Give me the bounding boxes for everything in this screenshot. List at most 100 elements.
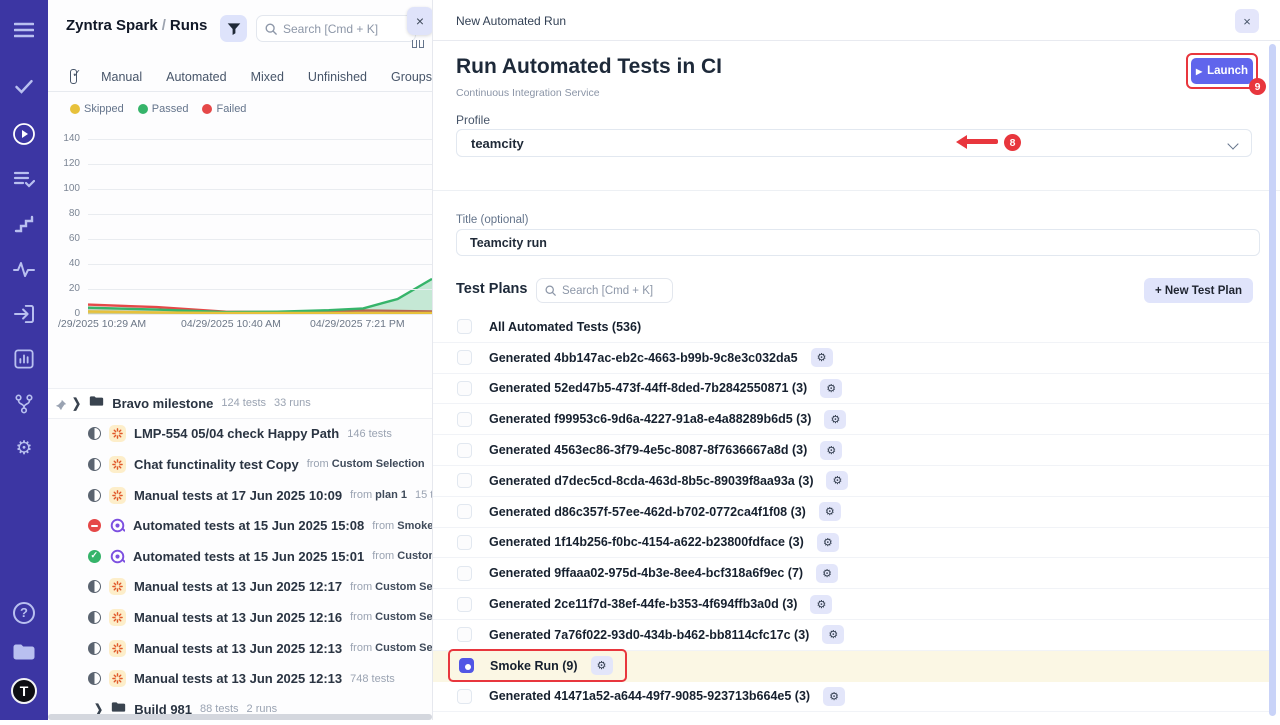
test-plan-label[interactable]: All Automated Tests (536) — [489, 320, 641, 334]
test-plan-label[interactable]: Smoke Run (9) — [490, 659, 578, 673]
test-plans-search-input[interactable]: Search [Cmd + K] — [536, 278, 673, 303]
test-plan-label[interactable]: Generated f99953c6-9d6a-4227-91a8-e4a882… — [489, 412, 811, 426]
close-icon[interactable]: × — [407, 7, 433, 35]
test-plan-checkbox[interactable] — [457, 319, 472, 334]
run-title[interactable]: Automated tests at 15 Jun 2025 15:08 — [133, 518, 364, 533]
gear-icon[interactable]: ⚙ — [811, 348, 833, 367]
test-plan-row[interactable]: Generated 4563ec86-3f79-4e5c-8087-8f7636… — [433, 435, 1269, 466]
test-plan-checkbox[interactable] — [457, 443, 472, 458]
test-plan-checkbox[interactable] — [457, 504, 472, 519]
branch-icon[interactable] — [0, 384, 48, 423]
test-plan-label[interactable]: Generated d7dec5cd-8cda-463d-8b5c-89039f… — [489, 474, 813, 488]
test-plan-row[interactable]: Generated 7a76f022-93d0-434b-b462-bb8114… — [433, 620, 1269, 651]
test-plan-label[interactable]: Generated 9ffaaa02-975d-4b3e-8ee4-bcf318… — [489, 566, 803, 580]
test-plan-label[interactable]: Generated 52ed47b5-473f-44ff-8ded-7b2842… — [489, 381, 807, 395]
list-check-icon[interactable] — [0, 159, 48, 198]
settings-gear-icon[interactable]: ⚙ — [0, 429, 48, 468]
gear-icon[interactable]: ⚙ — [822, 625, 844, 644]
menu-icon[interactable] — [0, 10, 48, 49]
run-row[interactable]: Manual tests at 13 Jun 2025 12:17from Cu… — [48, 572, 432, 603]
test-plan-row[interactable]: Smoke Run (9) ⚙ — [433, 651, 1269, 682]
group-title[interactable]: Bravo milestone — [112, 396, 213, 411]
test-plan-checkbox[interactable] — [457, 412, 472, 427]
tab-groups[interactable]: Groups — [391, 70, 432, 84]
run-row[interactable]: Manual tests at 13 Jun 2025 12:16from Cu… — [48, 602, 432, 633]
gear-icon[interactable]: ⚙ — [817, 533, 839, 552]
test-plan-label[interactable]: Generated 41471a52-a644-49f7-9085-923713… — [489, 689, 810, 703]
breadcrumb-project[interactable]: Zyntra Spark — [66, 17, 158, 34]
gear-icon[interactable]: ⚙ — [810, 595, 832, 614]
new-test-plan-button[interactable]: + New Test Plan — [1144, 278, 1253, 303]
tab-mixed[interactable]: Mixed — [251, 70, 284, 84]
close-icon[interactable]: × — [1235, 9, 1259, 33]
run-row[interactable]: Automated tests at 15 Jun 2025 15:01from… — [48, 541, 432, 572]
select-all-icon[interactable] — [70, 69, 77, 84]
tests-check-icon[interactable] — [0, 67, 48, 106]
gear-icon[interactable]: ⚙ — [819, 502, 841, 521]
run-title[interactable]: Manual tests at 13 Jun 2025 12:17 — [134, 579, 342, 594]
test-plan-row[interactable]: Generated d86c357f-57ee-462d-b702-0772ca… — [433, 497, 1269, 528]
chevron-right-icon[interactable]: ❯ — [72, 395, 81, 411]
test-plan-row[interactable]: Generated 41471a52-a644-49f7-9085-923713… — [433, 682, 1269, 713]
projects-folder-icon[interactable] — [0, 632, 48, 671]
test-plan-label[interactable]: Generated 2ce11f7d-38ef-44fe-b353-4f694f… — [489, 597, 797, 611]
run-title[interactable]: Manual tests at 17 Jun 2025 10:09 — [134, 488, 342, 503]
run-row[interactable]: Automated tests at 15 Jun 2025 15:08from… — [48, 510, 432, 541]
filter-button[interactable] — [220, 15, 247, 42]
gear-icon[interactable]: ⚙ — [820, 441, 842, 460]
run-row[interactable]: Chat functinality test Copyfrom Custom S… — [48, 449, 432, 480]
test-plan-checkbox[interactable] — [457, 627, 472, 642]
run-title[interactable]: Manual tests at 13 Jun 2025 12:13 — [134, 671, 342, 686]
gear-icon[interactable]: ⚙ — [823, 687, 845, 706]
test-plan-checkbox[interactable] — [457, 566, 472, 581]
test-plan-row[interactable]: Generated 1f14b256-f0bc-4154-a622-b23800… — [433, 528, 1269, 559]
activity-pulse-icon[interactable] — [0, 249, 48, 288]
import-icon[interactable] — [0, 294, 48, 333]
tab-unfinished[interactable]: Unfinished — [308, 70, 367, 84]
test-plan-row[interactable]: All Automated Tests (536) — [433, 312, 1269, 343]
test-plan-label[interactable]: Generated 1f14b256-f0bc-4154-a622-b23800… — [489, 535, 804, 549]
group-row[interactable]: ❯Bravo milestone124 tests33 runs — [48, 388, 432, 419]
test-plan-row[interactable]: Generated f99953c6-9d6a-4227-91a8-e4a882… — [433, 404, 1269, 435]
title-field[interactable] — [456, 229, 1260, 256]
run-title[interactable]: Automated tests at 15 Jun 2025 15:01 — [133, 549, 364, 564]
profile-select[interactable]: teamcity — [456, 129, 1252, 157]
test-plan-checkbox[interactable] — [457, 473, 472, 488]
test-plan-row[interactable]: Generated 52ed47b5-473f-44ff-8ded-7b2842… — [433, 374, 1269, 405]
test-plan-row[interactable]: Generated 2ce11f7d-38ef-44fe-b353-4f694f… — [433, 589, 1269, 620]
test-plan-checkbox[interactable] — [457, 350, 472, 365]
test-plan-checkbox[interactable] — [457, 381, 472, 396]
vertical-scrollbar[interactable] — [1269, 44, 1276, 716]
test-plan-checkbox[interactable] — [457, 597, 472, 612]
test-plan-row[interactable]: Generated 4bb147ac-eb2c-4663-b99b-9c8e3c… — [433, 343, 1269, 374]
test-plan-label[interactable]: Generated 4563ec86-3f79-4e5c-8087-8f7636… — [489, 443, 807, 457]
gear-icon[interactable]: ⚙ — [816, 564, 838, 583]
analytics-bars-icon[interactable] — [0, 339, 48, 378]
help-icon[interactable]: ? — [0, 593, 48, 632]
test-plan-checkbox[interactable] — [457, 535, 472, 550]
run-row[interactable]: Manual tests at 13 Jun 2025 12:13748 tes… — [48, 663, 432, 694]
breadcrumb[interactable]: Zyntra Spark/Runs — [66, 17, 207, 34]
runs-play-icon[interactable] — [0, 114, 48, 153]
run-row[interactable]: LMP-554 05/04 check Happy Path146 tests — [48, 419, 432, 450]
run-title[interactable]: Manual tests at 13 Jun 2025 12:16 — [134, 610, 342, 625]
steps-icon[interactable] — [0, 204, 48, 243]
runs-search-input[interactable]: Search [Cmd + K] — [256, 15, 416, 42]
test-plan-label[interactable]: Generated 4bb147ac-eb2c-4663-b99b-9c8e3c… — [489, 351, 798, 365]
horizontal-scrollbar[interactable] — [48, 714, 432, 720]
gear-icon[interactable]: ⚙ — [826, 471, 848, 490]
run-title[interactable]: Manual tests at 13 Jun 2025 12:13 — [134, 641, 342, 656]
breadcrumb-page[interactable]: Runs — [170, 17, 208, 34]
test-plan-checkbox[interactable] — [457, 689, 472, 704]
gear-icon[interactable]: ⚙ — [591, 656, 613, 675]
run-title[interactable]: Chat functinality test Copy — [134, 457, 299, 472]
run-title[interactable]: LMP-554 05/04 check Happy Path — [134, 426, 339, 441]
tab-automated[interactable]: Automated — [166, 70, 226, 84]
app-logo[interactable]: T — [0, 671, 48, 710]
test-plan-label[interactable]: Generated 7a76f022-93d0-434b-b462-bb8114… — [489, 628, 809, 642]
run-row[interactable]: Manual tests at 17 Jun 2025 10:09from pl… — [48, 480, 432, 511]
test-plan-row[interactable]: Generated 9ffaaa02-975d-4b3e-8ee4-bcf318… — [433, 558, 1269, 589]
test-plan-label[interactable]: Generated d86c357f-57ee-462d-b702-0772ca… — [489, 505, 806, 519]
test-plan-row[interactable]: Generated d7dec5cd-8cda-463d-8b5c-89039f… — [433, 466, 1269, 497]
tab-manual[interactable]: Manual — [101, 70, 142, 84]
